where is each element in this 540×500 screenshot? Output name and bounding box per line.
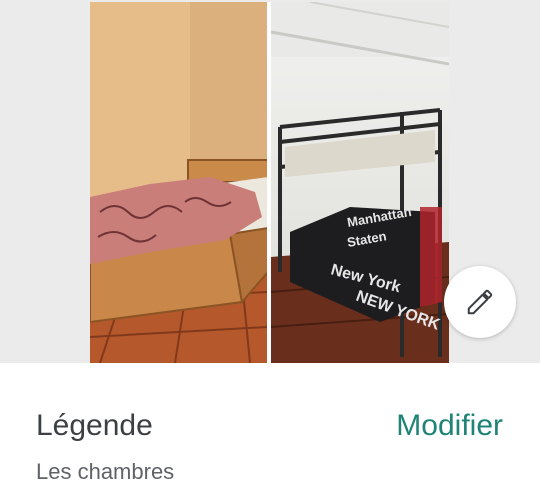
pencil-icon	[467, 289, 493, 315]
edit-photo-button[interactable]	[444, 266, 516, 338]
room-photo-image: Manhattan Staten New York NEW YORK	[90, 2, 449, 363]
photo-strip: Manhattan Staten New York NEW YORK	[0, 0, 540, 363]
caption-label: Légende	[36, 409, 153, 442]
room-photo[interactable]: Manhattan Staten New York NEW YORK	[90, 2, 449, 363]
modify-caption-button[interactable]: Modifier	[396, 408, 503, 444]
caption-value: Les chambres	[36, 459, 175, 484]
